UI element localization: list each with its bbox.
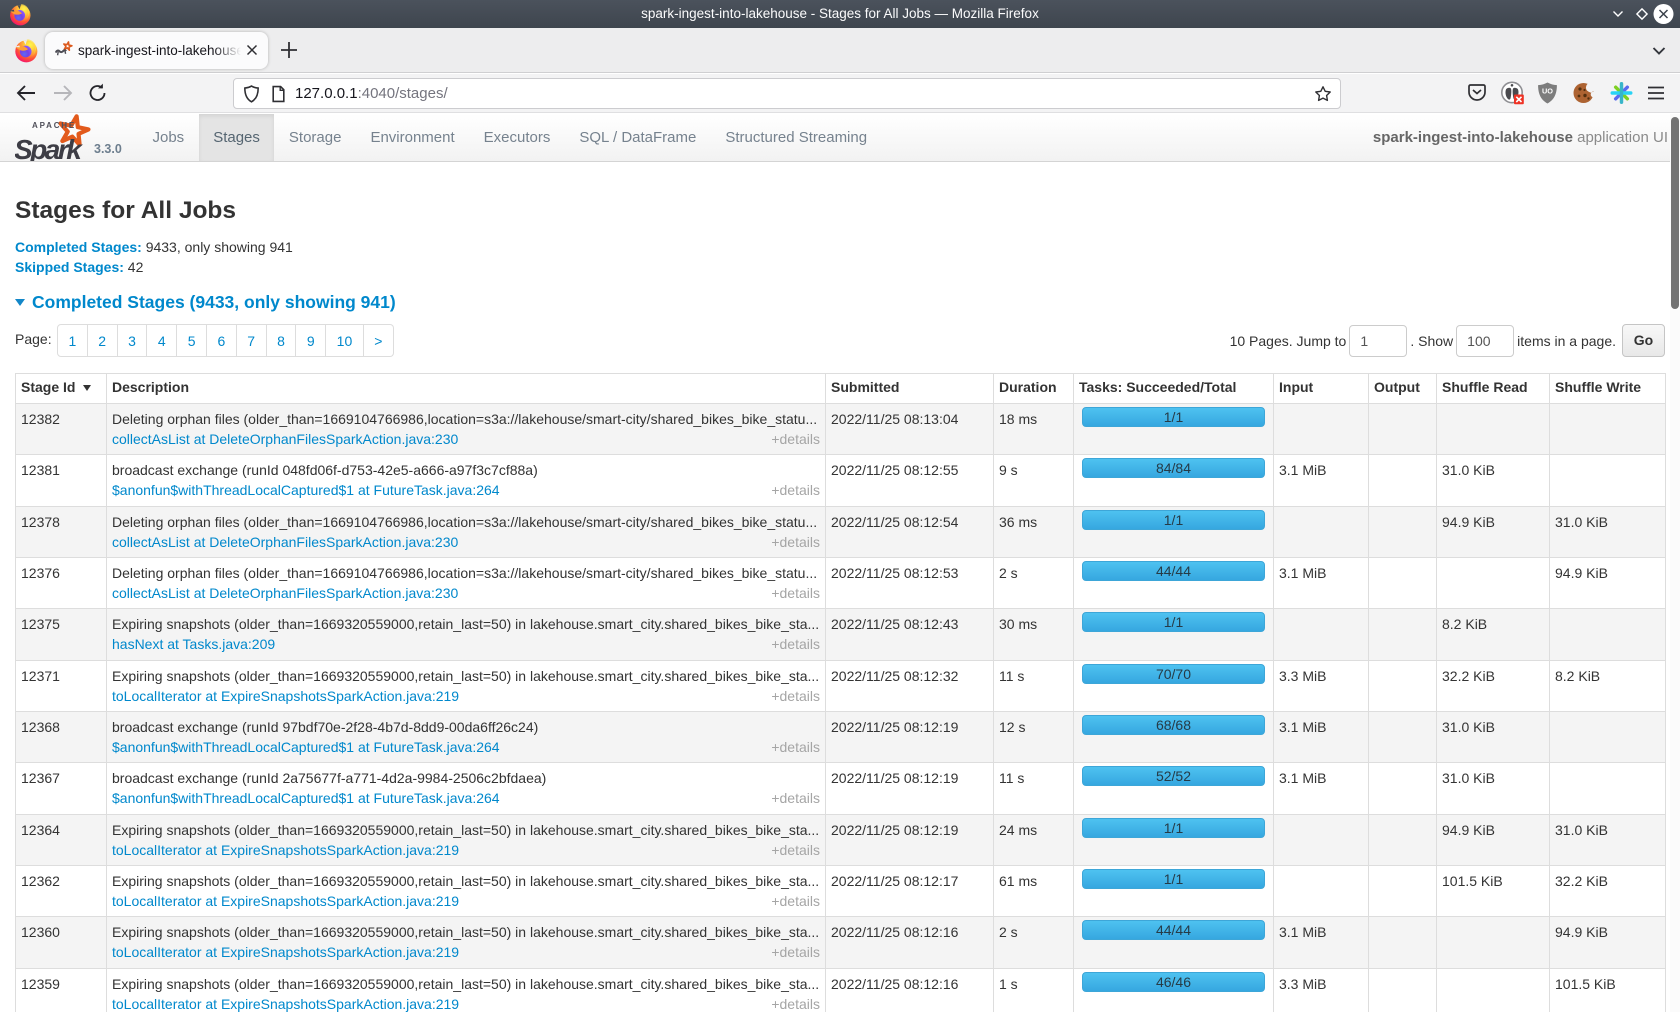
- svg-text:Spark: Spark: [15, 134, 83, 161]
- svg-text:UO: UO: [1542, 87, 1553, 96]
- svg-text:APACHE: APACHE: [32, 121, 76, 130]
